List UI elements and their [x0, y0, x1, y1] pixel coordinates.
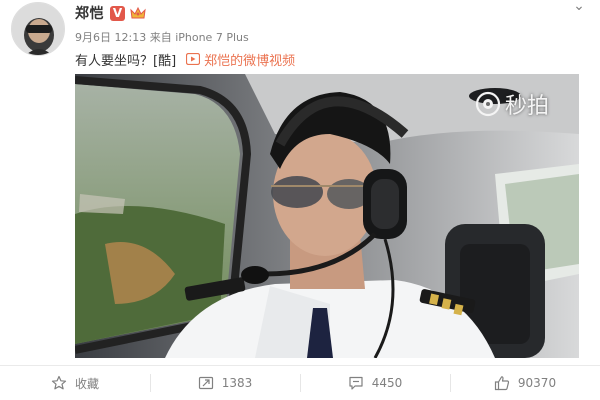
star-icon	[51, 375, 67, 390]
video-play-icon	[186, 53, 201, 65]
comment-icon	[349, 376, 363, 390]
avatar[interactable]	[11, 2, 65, 56]
like-count: 90370	[517, 376, 557, 390]
comment-count: 4450	[371, 376, 403, 390]
video-player[interactable]: 秒拍	[75, 74, 579, 358]
post-text: 有人要坐吗？[酷]	[75, 53, 177, 69]
post-text-row: 有人要坐吗？[酷] 郑恺的微博视频	[75, 50, 295, 69]
verified-badge: V	[110, 5, 125, 21]
miaopai-logo-icon	[475, 91, 501, 117]
timestamp[interactable]: 9月6日 12:13	[75, 31, 146, 44]
watermark-label: 秒拍	[505, 94, 550, 119]
post-source: 来自 iPhone 7 Plus	[149, 31, 249, 44]
username[interactable]: 郑恺	[75, 3, 104, 23]
thumbs-up-icon	[494, 376, 509, 391]
crown-icon[interactable]	[129, 5, 147, 21]
chevron-down-icon[interactable]: ⌄	[567, 0, 591, 13]
repost-icon	[198, 376, 213, 390]
repost-button[interactable]: 1383	[150, 366, 300, 400]
video-watermark: 秒拍	[475, 88, 549, 120]
favorite-button[interactable]: 收藏	[0, 366, 150, 400]
repost-count: 1383	[221, 376, 253, 390]
favorite-label: 收藏	[74, 376, 99, 391]
post-meta: 9月6日 12:13 来自 iPhone 7 Plus	[75, 29, 249, 45]
video-link[interactable]: 郑恺的微博视频	[186, 50, 295, 69]
post-action-bar: 收藏 1383 4450 90370	[0, 365, 600, 400]
video-link-label[interactable]: 郑恺的微博视频	[204, 50, 295, 69]
like-button[interactable]: 90370	[450, 366, 600, 400]
comment-button[interactable]: 4450	[300, 366, 450, 400]
